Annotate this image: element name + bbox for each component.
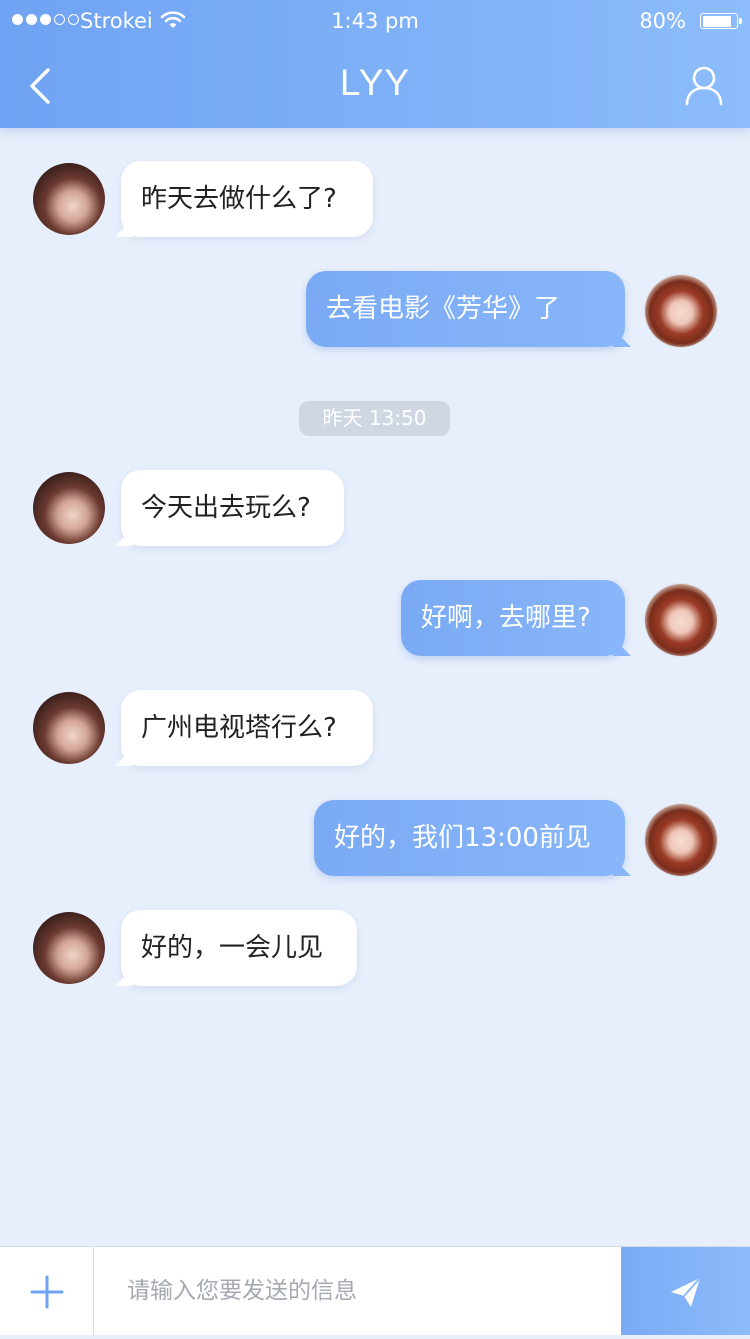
chat-title: LYY (339, 62, 411, 103)
time-divider: 昨天 13:50 (299, 401, 450, 436)
battery-icon (700, 13, 742, 29)
contact-avatar[interactable] (33, 912, 105, 984)
contact-avatar[interactable] (33, 692, 105, 764)
status-time: 1:43 pm (331, 9, 419, 33)
send-icon (671, 1277, 701, 1307)
user-icon[interactable] (684, 64, 724, 108)
add-attachment-button[interactable] (0, 1247, 94, 1335)
outgoing-message: 好啊，去哪里? (401, 580, 625, 656)
app-header: Strokei 1:43 pm 80% LYY (0, 0, 750, 128)
message-input-bar (0, 1246, 750, 1335)
outgoing-message: 好的，我们13:00前见 (314, 800, 625, 876)
send-button[interactable] (621, 1247, 750, 1335)
contact-avatar[interactable] (33, 472, 105, 544)
incoming-message: 好的，一会儿见 (121, 910, 357, 986)
incoming-message: 今天出去玩么? (121, 470, 344, 546)
user-avatar[interactable] (645, 804, 717, 876)
user-avatar[interactable] (645, 275, 717, 347)
battery-percentage: 80% (639, 9, 686, 33)
incoming-message: 昨天去做什么了? (121, 161, 373, 237)
incoming-message: 广州电视塔行么? (121, 690, 373, 766)
user-avatar[interactable] (645, 584, 717, 656)
status-bar: Strokei 1:43 pm 80% (0, 0, 750, 42)
contact-avatar[interactable] (33, 163, 105, 235)
plus-icon (30, 1275, 64, 1309)
outgoing-message: 去看电影《芳华》了 (306, 271, 625, 347)
message-input[interactable] (95, 1247, 621, 1335)
